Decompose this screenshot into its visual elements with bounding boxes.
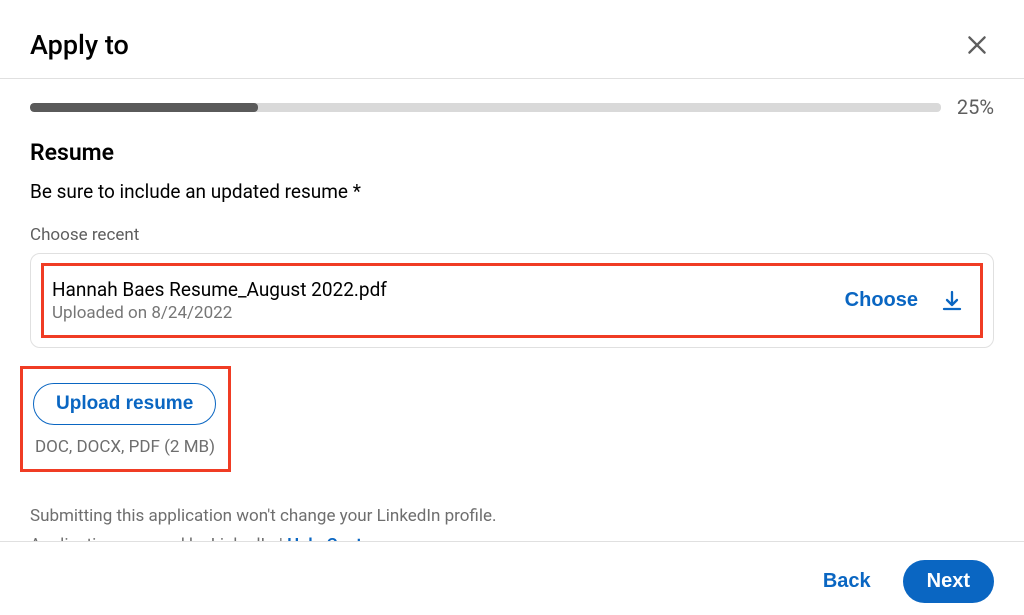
back-button[interactable]: Back xyxy=(809,560,885,603)
progress-row: 25% xyxy=(0,79,1024,131)
resume-section-subtitle: Be sure to include an updated resume * xyxy=(30,180,994,203)
upload-highlight: Upload resume DOC, DOCX, PDF (2 MB) xyxy=(20,366,231,472)
progress-bar xyxy=(30,103,941,112)
modal-footer: Back Next xyxy=(0,541,1024,615)
close-button[interactable] xyxy=(960,28,994,62)
disclaimer: Submitting this application won't change… xyxy=(30,502,994,541)
download-icon xyxy=(940,289,964,313)
resume-actions: Choose xyxy=(845,289,964,313)
progress-bar-fill xyxy=(30,103,258,112)
close-icon xyxy=(964,32,990,58)
resume-info: Hannah Baes Resume_August 2022.pdf Uploa… xyxy=(52,278,387,323)
choose-recent-label: Choose recent xyxy=(30,225,994,245)
resume-card: Hannah Baes Resume_August 2022.pdf Uploa… xyxy=(30,253,994,348)
disclaimer-line1: Submitting this application won't change… xyxy=(30,502,994,531)
resume-card-highlight: Hannah Baes Resume_August 2022.pdf Uploa… xyxy=(41,263,983,338)
upload-resume-button[interactable]: Upload resume xyxy=(33,383,216,425)
resume-filename: Hannah Baes Resume_August 2022.pdf xyxy=(52,278,387,301)
modal-header: Apply to xyxy=(0,0,1024,79)
progress-percent: 25% xyxy=(957,95,994,119)
resume-uploaded-date: Uploaded on 8/24/2022 xyxy=(52,303,387,323)
disclaimer-line2: Application powered by LinkedIn | Help C… xyxy=(30,531,994,541)
download-button[interactable] xyxy=(940,289,964,313)
choose-button[interactable]: Choose xyxy=(845,289,918,312)
resume-section-title: Resume xyxy=(30,139,994,166)
modal-title: Apply to xyxy=(30,29,129,61)
upload-hint: DOC, DOCX, PDF (2 MB) xyxy=(35,437,216,457)
modal-content: Resume Be sure to include an updated res… xyxy=(0,131,1024,541)
apply-modal: Apply to 25% Resume Be sure to include a… xyxy=(0,0,1024,615)
next-button[interactable]: Next xyxy=(903,560,994,603)
